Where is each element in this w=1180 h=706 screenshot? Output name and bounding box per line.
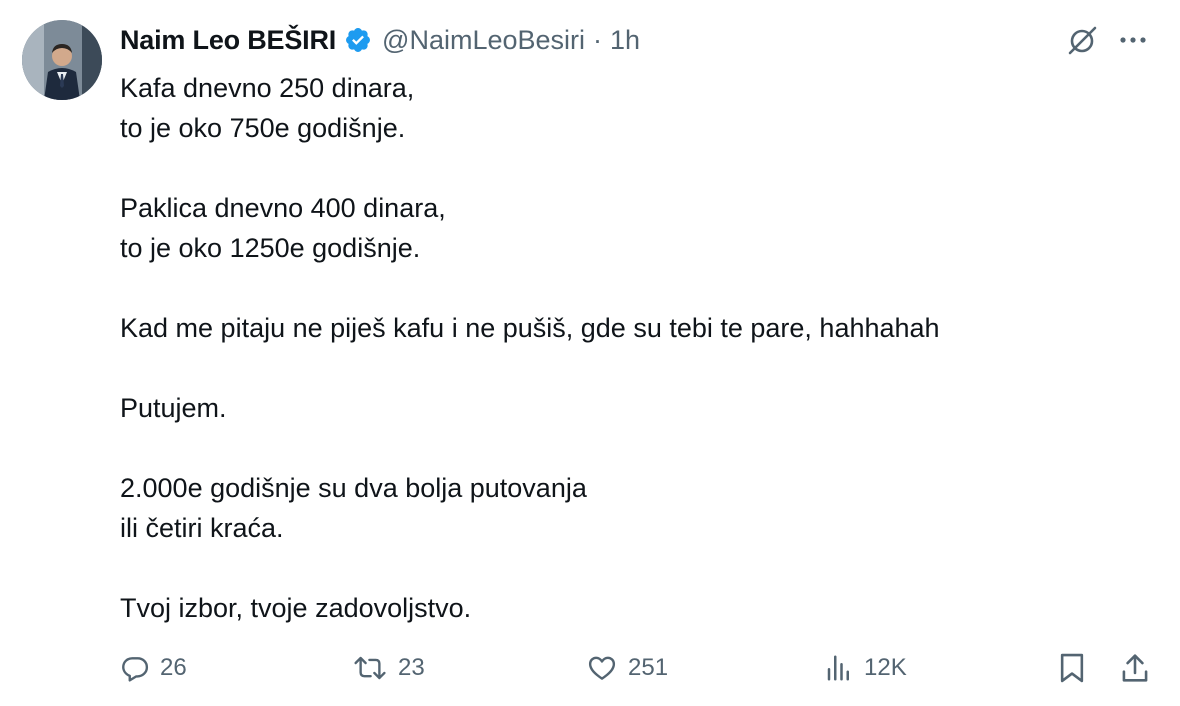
grok-icon[interactable]: [1064, 22, 1100, 58]
profile-photo: [22, 20, 102, 100]
more-icon[interactable]: [1118, 25, 1148, 55]
avatar[interactable]: [22, 20, 102, 100]
like-count: 251: [628, 654, 669, 681]
repost-icon: [354, 656, 386, 680]
tweet-text-line: to je oko 1250e godišnje.: [120, 233, 421, 263]
tweet-text-line: ili četiri kraća.: [120, 513, 284, 543]
views-count: 12K: [864, 654, 907, 681]
like-button[interactable]: 251: [586, 648, 668, 688]
tweet-text: Kafa dnevno 250 dinara, to je oko 750e go…: [120, 68, 1140, 628]
tweet-text-line: to je oko 750e godišnje.: [120, 113, 406, 143]
tweet-text-line: Kad me pitaju ne piješ kafu i ne pušiš, …: [120, 313, 940, 343]
share-button[interactable]: [1120, 648, 1150, 688]
repost-button[interactable]: 23: [352, 648, 425, 688]
tweet-header: Naim Leo BEŠIRI @NaimLeoBesiri · 1h: [120, 22, 640, 58]
tweet: Naim Leo BEŠIRI @NaimLeoBesiri · 1h Kafa…: [0, 0, 1180, 706]
timestamp[interactable]: 1h: [610, 25, 640, 56]
share-icon: [1122, 654, 1148, 682]
bookmark-icon: [1060, 653, 1084, 683]
repost-count: 23: [398, 654, 425, 681]
heart-icon: [588, 656, 616, 680]
tweet-text-line: Paklica dnevno 400 dinara,: [120, 193, 446, 223]
tweet-text-line: Tvoj izbor, tvoje zadovoljstvo.: [120, 593, 472, 623]
tweet-text-line: Putujem.: [120, 393, 227, 423]
separator-dot: ·: [593, 24, 603, 55]
reply-count: 26: [160, 654, 187, 681]
views-button[interactable]: 12K: [824, 648, 907, 688]
author-handle[interactable]: @NaimLeoBesiri: [382, 25, 585, 56]
views-chart-icon: [827, 655, 849, 681]
verified-badge-icon[interactable]: [344, 26, 372, 54]
tweet-text-line: Kafa dnevno 250 dinara,: [120, 73, 415, 103]
action-bar: 26 23 251 12K: [120, 648, 1160, 688]
reply-button[interactable]: 26: [120, 648, 187, 688]
author-name[interactable]: Naim Leo BEŠIRI: [120, 25, 336, 56]
bookmark-button[interactable]: [1058, 648, 1086, 688]
tweet-text-line: 2.000e godišnje su dva bolja putovanja: [120, 473, 587, 503]
reply-icon: [122, 657, 149, 682]
